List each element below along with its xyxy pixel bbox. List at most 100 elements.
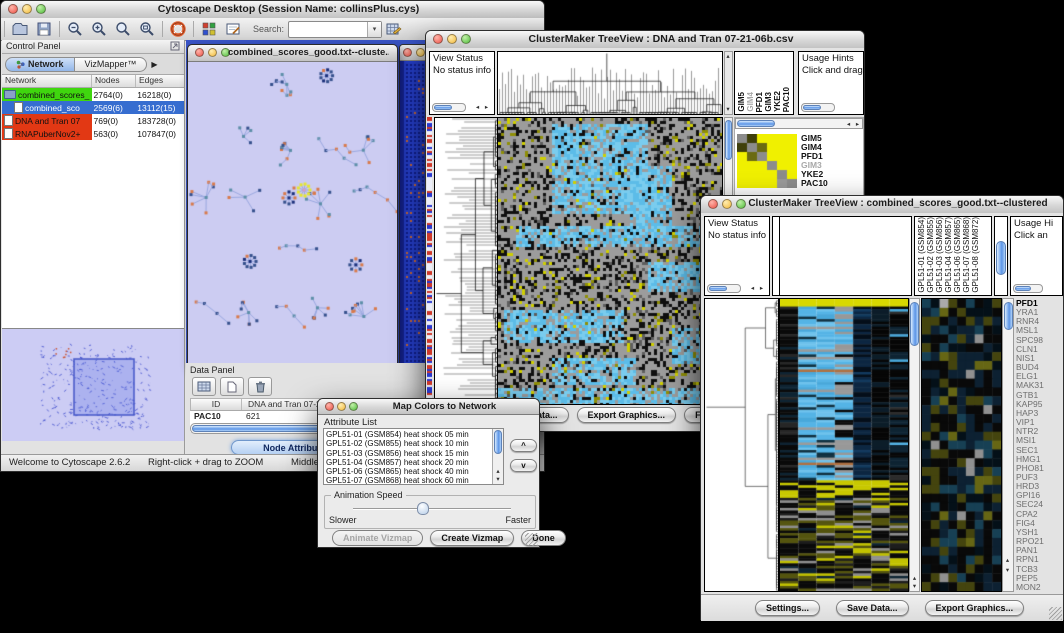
column-label[interactable]: GIM3 xyxy=(764,92,773,112)
attribute-list-item[interactable]: GPL51-01 (GSM854) heat shock 05 min xyxy=(324,430,492,439)
new-attribute-button[interactable] xyxy=(220,377,244,396)
attribute-list-item[interactable]: GPL51-07 (GSM868) heat shock 60 min xyxy=(324,476,492,485)
zoom-selected-icon[interactable] xyxy=(135,19,159,39)
close-button[interactable] xyxy=(195,48,204,57)
column-network[interactable]: Network xyxy=(2,75,92,87)
panel-hscrollbar[interactable] xyxy=(1013,284,1043,293)
birdseye-canvas[interactable] xyxy=(2,329,183,440)
search-dropdown-button[interactable]: ▾ xyxy=(367,22,381,37)
column-label[interactable]: PFD1 xyxy=(755,92,764,112)
minimize-button[interactable] xyxy=(337,402,346,411)
network-canvas[interactable] xyxy=(188,62,397,366)
main-titlebar[interactable]: Cytoscape Desktop (Session Name: collins… xyxy=(1,1,544,19)
column-label[interactable]: GPL51-03 (GSM856) xyxy=(935,217,944,293)
row-dendrogram-canvas[interactable] xyxy=(435,118,497,404)
zoom-out-icon[interactable] xyxy=(63,19,87,39)
row-dendrogram-canvas[interactable] xyxy=(705,299,778,591)
tab-network[interactable]: Network xyxy=(5,57,75,72)
resize-grip[interactable] xyxy=(525,533,538,546)
treeview1-titlebar[interactable]: ClusterMaker TreeView : DNA and Tran 07-… xyxy=(426,31,864,49)
network-window-titlebar[interactable]: combined_scores_good.txt--cluste... xyxy=(188,45,397,62)
close-button[interactable] xyxy=(403,48,412,57)
scroll-down-arrow[interactable]: ▾ xyxy=(1003,567,1012,574)
scrollbar-thumb[interactable] xyxy=(709,286,727,291)
minimize-button[interactable] xyxy=(22,4,32,14)
treeview2-titlebar[interactable]: ClusterMaker TreeView : combined_scores_… xyxy=(701,196,1063,214)
attribute-listbox[interactable]: GPL51-01 (GSM854) heat shock 05 minGPL51… xyxy=(323,428,504,485)
column-label[interactable]: GPL51-04 (GSM857) xyxy=(944,217,953,293)
column-dendrogram-canvas[interactable] xyxy=(498,52,722,114)
scroll-right-arrow[interactable]: ▸ xyxy=(853,121,862,128)
zoom-in-icon[interactable] xyxy=(87,19,111,39)
tab-vizmapper[interactable]: VizMapper™ xyxy=(75,57,148,72)
column-label[interactable]: YKE2 xyxy=(773,91,782,112)
zoom-button[interactable] xyxy=(349,402,358,411)
scroll-right-arrow[interactable]: ▸ xyxy=(757,285,766,292)
labels-vscrollbar[interactable] xyxy=(994,216,1008,296)
save-button[interactable] xyxy=(32,19,56,39)
close-button[interactable] xyxy=(708,199,718,209)
dialog-titlebar[interactable]: Map Colors to Network xyxy=(318,399,539,415)
zoom-hscrollbar[interactable]: ◂ ▸ xyxy=(735,118,863,129)
open-file-button[interactable] xyxy=(8,19,32,39)
scrollbar-thumb[interactable] xyxy=(494,430,502,454)
scrollbar-thumb[interactable] xyxy=(434,105,452,110)
zoom-vscrollbar[interactable]: ▴ ▾ xyxy=(1002,298,1014,592)
network-list-row[interactable]: combined_scores_2764(0)16218(0) xyxy=(2,88,184,101)
network-list-row[interactable]: DNA and Tran 07769(0)183728(0) xyxy=(2,114,184,127)
delete-attribute-button[interactable] xyxy=(248,377,272,396)
scroll-down-arrow[interactable]: ▾ xyxy=(493,476,503,483)
resize-grip[interactable] xyxy=(1049,607,1062,620)
column-label[interactable]: GIM5 xyxy=(737,92,746,112)
scrollbar-thumb[interactable] xyxy=(803,105,821,110)
attribute-list-item[interactable]: GPL51-02 (GSM855) heat shock 10 min xyxy=(324,439,492,448)
scroll-down-arrow[interactable]: ▾ xyxy=(910,583,919,590)
speed-slider-thumb[interactable] xyxy=(417,502,429,515)
attribute-list-item[interactable]: GPL51-06 (GSM865) heat shock 40 min xyxy=(324,467,492,476)
network-list-row[interactable]: RNAPuberNov2+563(0)107847(0) xyxy=(2,127,184,140)
minimize-button[interactable] xyxy=(208,48,217,57)
mini-vscrollbar[interactable]: ▴ ▾ xyxy=(724,51,733,115)
tab-overflow-arrow[interactable]: ▶ xyxy=(151,60,157,69)
scroll-left-arrow[interactable]: ◂ xyxy=(473,104,482,111)
window-controls[interactable] xyxy=(325,402,358,411)
panel-hscrollbar[interactable] xyxy=(801,103,835,112)
row-label[interactable]: PAC10 xyxy=(801,179,828,188)
network-list-row[interactable]: combined_sco2569(6)13112(15) xyxy=(2,101,184,114)
minimize-button[interactable] xyxy=(722,199,732,209)
scrollbar-thumb[interactable] xyxy=(910,302,919,346)
heatmap-canvas[interactable] xyxy=(780,299,908,591)
scroll-down-arrow[interactable]: ▾ xyxy=(724,106,732,113)
search-field[interactable]: ▾ xyxy=(288,21,382,38)
scrollbar-thumb[interactable] xyxy=(1015,286,1031,291)
close-button[interactable] xyxy=(8,4,18,14)
import-table-icon[interactable] xyxy=(382,19,406,39)
attribute-list-item[interactable]: GPL51-04 (GSM857) heat shock 20 min xyxy=(324,458,492,467)
save-data-button[interactable]: Save Data... xyxy=(836,600,909,616)
panel-hscrollbar[interactable] xyxy=(707,284,741,293)
column-label[interactable]: PAC10 xyxy=(782,87,791,112)
column-label[interactable]: GIM4 xyxy=(746,92,755,112)
move-down-button[interactable]: v xyxy=(510,459,537,472)
select-attributes-button[interactable] xyxy=(192,377,216,396)
export-graphics-button[interactable]: Export Graphics... xyxy=(925,600,1025,616)
heatmap-vscrollbar[interactable]: ▴ ▾ xyxy=(909,298,920,592)
create-vizmap-button[interactable]: Create Vizmap xyxy=(430,530,514,546)
help-lifering-icon[interactable] xyxy=(166,19,190,39)
gene-label[interactable]: MON2 xyxy=(1016,583,1063,592)
scroll-right-arrow[interactable]: ▸ xyxy=(482,104,491,111)
window-controls[interactable] xyxy=(195,48,230,57)
close-button[interactable] xyxy=(433,34,443,44)
settings-button[interactable]: Settings... xyxy=(755,600,820,616)
float-panel-icon[interactable] xyxy=(170,41,180,51)
column-label[interactable]: GPL51-08 (GSM872) xyxy=(971,217,980,293)
scroll-up-arrow[interactable]: ▴ xyxy=(493,468,503,475)
minimize-button[interactable] xyxy=(447,34,457,44)
column-label[interactable]: GPL51-01 (GSM854) xyxy=(917,217,926,293)
zoom-heatmap-canvas[interactable] xyxy=(737,134,797,188)
column-label[interactable]: GPL51-02 (GSM855) xyxy=(926,217,935,293)
column-edges[interactable]: Edges xyxy=(136,75,184,87)
scroll-up-arrow[interactable]: ▴ xyxy=(724,53,732,60)
column-label[interactable]: GPL51-07 (GSM868) xyxy=(962,217,971,293)
birdseye-view-panel[interactable] xyxy=(2,328,184,441)
